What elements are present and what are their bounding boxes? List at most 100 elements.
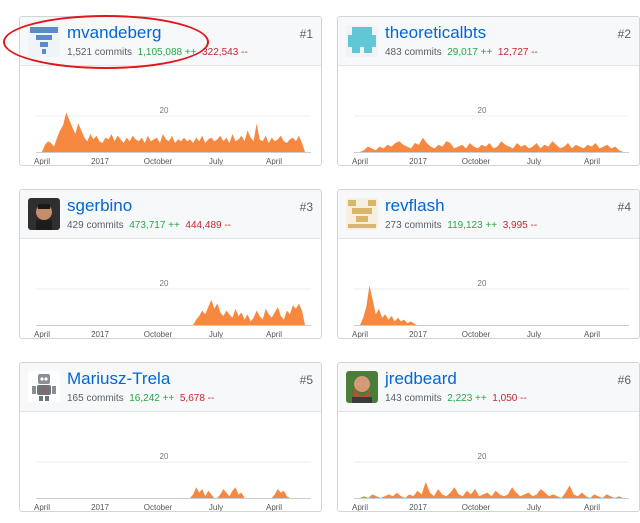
avatar[interactable] [28, 198, 60, 230]
commit-area [360, 285, 417, 325]
x-tick-label: April [34, 157, 50, 166]
contributor-card: jredbeard 143 commits 2,223 ++ 1,050 -- … [337, 362, 640, 512]
card-header: mvandeberg 1,521 commits 1,105,088 ++ 32… [20, 17, 321, 66]
x-tick-label: July [209, 330, 223, 339]
identicon-icon [28, 25, 60, 57]
y-tick-label: 20 [478, 279, 487, 288]
x-tick-label: April [266, 503, 282, 512]
commit-count: 483 commits [385, 47, 442, 58]
deletions-count: 322,543 -- [202, 47, 248, 58]
additions-count: 29,017 ++ [447, 47, 493, 58]
commit-area [360, 481, 623, 498]
username-link[interactable]: mvandeberg [67, 23, 162, 43]
deletions-count: 1,050 -- [492, 393, 527, 404]
commit-graph: 20 April 2017 October July April [352, 452, 629, 512]
x-tick-label: 2017 [409, 330, 427, 339]
x-tick-label: July [527, 157, 541, 166]
x-tick-label: July [527, 330, 541, 339]
x-tick-label: April [266, 330, 282, 339]
x-tick-label: April [352, 503, 368, 512]
commit-graph: 20 April 2017 October July April [352, 279, 629, 339]
card-header: jredbeard 143 commits 2,223 ++ 1,050 -- … [338, 363, 639, 412]
user-photo-icon [346, 371, 378, 403]
avatar[interactable] [346, 371, 378, 403]
x-tick-label: October [462, 503, 491, 512]
commit-count: 1,521 commits [67, 47, 133, 58]
commit-graph: 20 April 2017 October July April [352, 106, 629, 166]
deletions-count: 5,678 -- [179, 393, 215, 404]
x-tick-label: April [34, 503, 50, 512]
deletions-count: 12,727 -- [497, 47, 538, 58]
commit-count: 143 commits [385, 393, 442, 404]
x-tick-label: October [462, 157, 491, 166]
contributor-card: sgerbino 429 commits 473,717 ++ 444,489 … [19, 189, 322, 339]
x-tick-label: April [584, 330, 600, 339]
commit-stats: 429 commits 473,717 ++ 444,489 -- [67, 220, 231, 231]
x-tick-label: April [352, 330, 368, 339]
commit-count: 429 commits [67, 220, 124, 231]
x-tick-label: April [34, 330, 50, 339]
username-link[interactable]: jredbeard [385, 369, 457, 389]
contributor-card: revflash 273 commits 119,123 ++ 3,995 --… [337, 189, 640, 339]
contributor-card: theoreticalbts 483 commits 29,017 ++ 12,… [337, 16, 640, 166]
x-tick-label: April [584, 503, 600, 512]
additions-count: 2,223 ++ [447, 393, 487, 404]
y-tick-label: 20 [478, 452, 487, 461]
contributor-card: mvandeberg 1,521 commits 1,105,088 ++ 32… [19, 16, 322, 166]
card-header: revflash 273 commits 119,123 ++ 3,995 --… [338, 190, 639, 239]
username-link[interactable]: Mariusz-Trela [67, 369, 170, 389]
avatar[interactable] [28, 25, 60, 57]
x-tick-label: 2017 [91, 330, 109, 339]
deletions-count: 444,489 -- [185, 220, 232, 231]
avatar[interactable] [28, 371, 60, 403]
avatar[interactable] [346, 25, 378, 57]
commit-area [42, 112, 305, 152]
rank-label: #6 [617, 373, 631, 387]
x-tick-label: July [209, 157, 223, 166]
commit-stats: 143 commits 2,223 ++ 1,050 -- [385, 393, 527, 404]
x-tick-label: 2017 [91, 157, 109, 166]
commit-graph: 20 April 2017 October July April [34, 452, 311, 512]
y-tick-label: 20 [478, 106, 487, 115]
card-header: theoreticalbts 483 commits 29,017 ++ 12,… [338, 17, 639, 66]
commit-stats: 165 commits 16,242 ++ 5,678 -- [67, 393, 214, 404]
card-header: Mariusz-Trela 165 commits 16,242 ++ 5,67… [20, 363, 321, 412]
commit-stats: 273 commits 119,123 ++ 3,995 -- [385, 220, 537, 231]
commit-graph: 20 April 2017 October July April [34, 279, 311, 339]
avatar[interactable] [346, 198, 378, 230]
x-tick-label: July [209, 503, 223, 512]
commit-count: 165 commits [67, 393, 124, 404]
additions-count: 119,123 ++ [447, 220, 498, 231]
additions-count: 1,105,088 ++ [137, 47, 197, 58]
additions-count: 473,717 ++ [129, 220, 180, 231]
x-tick-label: April [352, 157, 368, 166]
additions-count: 16,242 ++ [129, 393, 175, 404]
user-photo-icon [28, 198, 60, 230]
contributor-card: Mariusz-Trela 165 commits 16,242 ++ 5,67… [19, 362, 322, 512]
username-link[interactable]: revflash [385, 196, 445, 216]
y-tick-label: 20 [160, 452, 169, 461]
x-tick-label: October [144, 330, 173, 339]
rank-label: #4 [617, 200, 631, 214]
x-tick-label: October [462, 330, 491, 339]
card-header: sgerbino 429 commits 473,717 ++ 444,489 … [20, 190, 321, 239]
y-tick-label: 20 [160, 106, 169, 115]
commit-area [42, 299, 305, 325]
robot-icon [28, 371, 60, 403]
rank-label: #3 [299, 200, 313, 214]
x-tick-label: 2017 [409, 503, 427, 512]
rank-label: #5 [299, 373, 313, 387]
x-tick-label: April [266, 157, 282, 166]
username-link[interactable]: sgerbino [67, 196, 132, 216]
commit-area [360, 137, 623, 152]
rank-label: #2 [617, 27, 631, 41]
commit-graph: 20 April 2017 October July April [34, 106, 311, 166]
username-link[interactable]: theoreticalbts [385, 23, 486, 43]
x-tick-label: October [144, 503, 173, 512]
y-tick-label: 20 [160, 279, 169, 288]
rank-label: #1 [299, 27, 313, 41]
commit-area [42, 487, 305, 498]
x-tick-label: July [527, 503, 541, 512]
identicon-icon [346, 198, 378, 230]
x-tick-label: 2017 [409, 157, 427, 166]
